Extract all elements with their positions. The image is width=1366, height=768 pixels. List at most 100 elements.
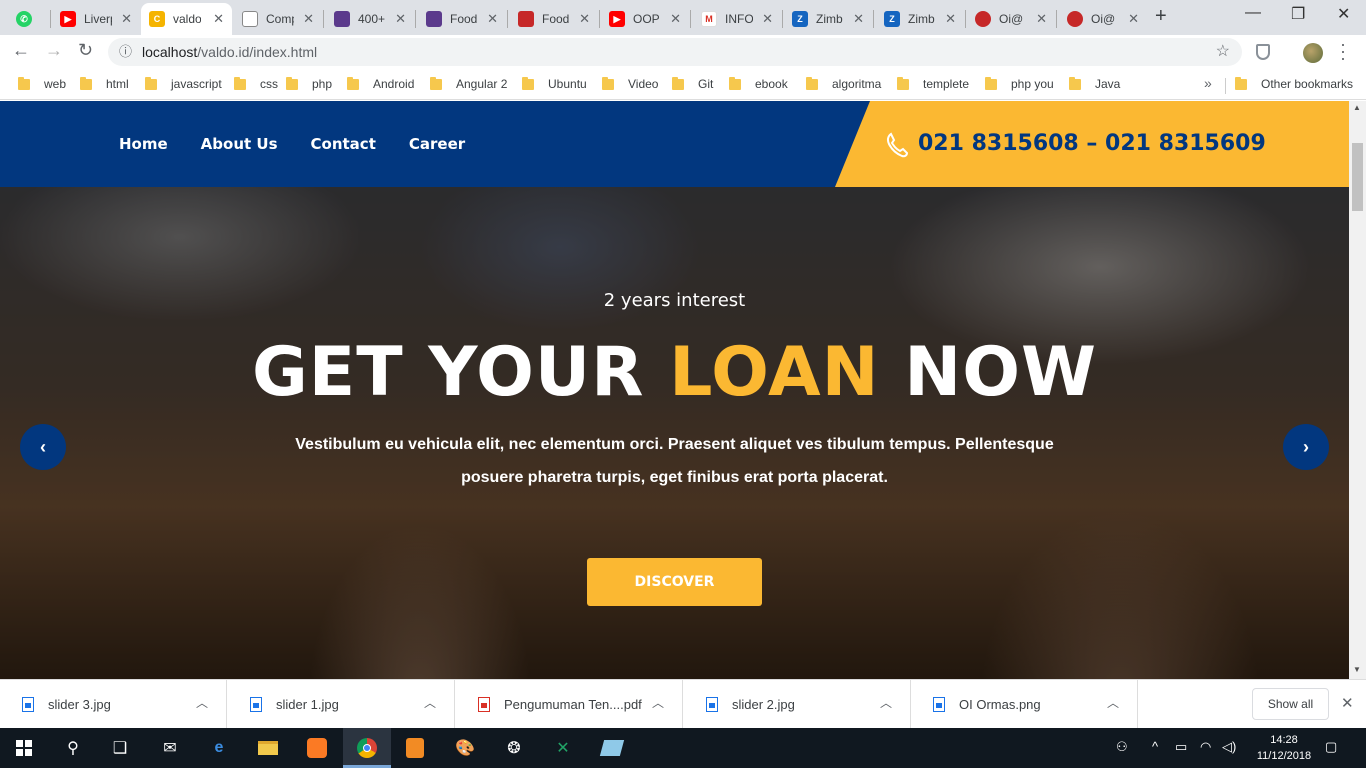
nav-about-us[interactable]: About Us (201, 135, 278, 153)
shield-extension-icon[interactable] (1256, 44, 1270, 60)
close-icon[interactable]: ✕ (1341, 694, 1354, 712)
excel-icon[interactable]: ✕ (551, 736, 575, 760)
close-icon[interactable]: ✕ (853, 11, 864, 27)
bookmark-star-icon[interactable]: ☆ (1216, 38, 1230, 66)
bookmarks-overflow-button[interactable]: » (1204, 75, 1212, 91)
page-scrollbar[interactable]: ▲ ▼ (1349, 101, 1366, 679)
nav-career[interactable]: Career (409, 135, 465, 153)
bookmark-folder[interactable]: algoritma (806, 76, 881, 91)
info-icon[interactable]: ⓘ (119, 38, 132, 66)
close-icon[interactable]: ✕ (670, 11, 681, 27)
tab-8[interactable]: M INFO ✕ (693, 3, 781, 35)
download-item[interactable]: slider 2.jpg ︿ (684, 680, 911, 729)
chevron-up-icon[interactable]: ^ (1152, 739, 1158, 754)
slider-next-button[interactable]: › (1283, 424, 1329, 470)
menu-dots-icon[interactable]: · · · (1340, 35, 1346, 67)
bookmark-folder[interactable]: Git (672, 76, 713, 91)
bookmark-folder[interactable]: php (286, 76, 332, 91)
mail-icon[interactable]: ✉ (158, 736, 182, 760)
bookmark-folder[interactable]: Video (602, 76, 658, 91)
chevron-up-icon[interactable]: ︿ (1107, 694, 1119, 711)
xampp-icon[interactable] (305, 736, 329, 760)
people-icon[interactable]: ⚇ (1116, 739, 1128, 755)
tab-1[interactable]: ▶ Liverp ✕ (52, 3, 140, 35)
tab-11[interactable]: Oi@ ✕ (967, 3, 1055, 35)
chevron-up-icon[interactable]: ︿ (880, 694, 892, 711)
tab-10[interactable]: Z Zimb ✕ (876, 3, 964, 35)
scroll-thumb[interactable] (1352, 143, 1363, 211)
chrome-icon[interactable] (355, 736, 379, 760)
tab-2-active[interactable]: C valdo ✕ (141, 3, 232, 35)
volume-icon[interactable]: ◁) (1222, 739, 1236, 755)
bookmark-folder[interactable]: html (80, 76, 129, 91)
reload-button[interactable]: ↻ (78, 40, 93, 61)
bookmark-folder[interactable]: templete (897, 76, 969, 91)
download-item[interactable]: slider 3.jpg ︿ (0, 680, 227, 729)
back-button[interactable]: ← (12, 40, 30, 61)
task-view-icon[interactable]: ❑ (108, 736, 132, 760)
paint-icon[interactable]: 🎨 (453, 736, 477, 760)
tab-7[interactable]: ▶ OOP ✕ (601, 3, 689, 35)
close-icon[interactable]: ✕ (762, 11, 773, 27)
bookmark-folder[interactable]: javascript (145, 76, 222, 91)
tab-9[interactable]: Z Zimb ✕ (784, 3, 872, 35)
search-icon[interactable]: ⚲ (61, 736, 85, 760)
discover-button[interactable]: DISCOVER (587, 558, 762, 606)
bookmark-folder[interactable]: Java (1069, 76, 1120, 91)
hero-subtitle: 2 years interest (603, 290, 746, 311)
bookmark-folder[interactable]: css (234, 76, 278, 91)
close-icon[interactable]: ✕ (213, 11, 224, 27)
tab-4[interactable]: 400+ ✕ (326, 3, 414, 35)
close-icon[interactable]: ✕ (395, 11, 406, 27)
new-tab-button[interactable]: + (1155, 5, 1167, 28)
chevron-up-icon[interactable]: ︿ (196, 694, 208, 711)
chevron-up-icon[interactable]: ︿ (424, 694, 436, 711)
scroll-down-icon[interactable]: ▼ (1353, 665, 1361, 674)
bookmark-folder[interactable]: Ubuntu (522, 76, 587, 91)
other-bookmarks[interactable]: Other bookmarks (1235, 76, 1353, 91)
download-item[interactable]: slider 1.jpg ︿ (228, 680, 455, 729)
tab-6[interactable]: Food ✕ (510, 3, 598, 35)
window-close-button[interactable]: ✕ (1337, 4, 1350, 24)
scroll-up-icon[interactable]: ▲ (1353, 103, 1361, 112)
show-all-button[interactable]: Show all (1252, 688, 1329, 720)
action-center-icon[interactable]: ▢ (1325, 739, 1337, 755)
battery-icon[interactable]: ▭ (1175, 739, 1187, 755)
windows-start-icon[interactable] (12, 736, 36, 760)
restore-button[interactable]: ❐ (1291, 4, 1305, 24)
app-rings-icon[interactable]: ❂ (502, 736, 526, 760)
tab-separator (599, 10, 600, 28)
bookmark-folder[interactable]: Angular 2 (430, 76, 507, 91)
address-bar[interactable]: ⓘ localhost/valdo.id/index.html ☆ (108, 38, 1242, 66)
download-item[interactable]: Pengumuman Ten....pdf ︿ (456, 680, 683, 729)
download-item[interactable]: OI Ormas.png ︿ (911, 680, 1138, 729)
close-icon[interactable]: ✕ (945, 11, 956, 27)
file-explorer-icon[interactable] (256, 736, 280, 760)
bookmark-folder[interactable]: php you (985, 76, 1054, 91)
minimize-button[interactable]: — (1245, 4, 1261, 22)
bookmark-folder[interactable]: ebook (729, 76, 788, 91)
nav-contact[interactable]: Contact (311, 135, 376, 153)
chevron-up-icon[interactable]: ︿ (652, 694, 664, 711)
edge-browser-icon[interactable]: e (207, 736, 231, 760)
close-icon[interactable]: ✕ (487, 11, 498, 27)
slider-prev-button[interactable]: ‹ (20, 424, 66, 470)
bookmark-folder[interactable]: web (18, 76, 66, 91)
close-icon[interactable]: ✕ (1128, 11, 1139, 27)
tab-whatsapp[interactable]: ✆ (8, 3, 50, 35)
taskbar-clock[interactable]: 14:28 11/12/2018 (1252, 732, 1316, 764)
close-icon[interactable]: ✕ (121, 11, 132, 27)
profile-avatar[interactable] (1303, 43, 1323, 63)
sublime-text-icon[interactable] (403, 736, 427, 760)
close-icon[interactable]: ✕ (579, 11, 590, 27)
nav-home[interactable]: Home (119, 135, 168, 153)
bookmark-folder[interactable]: Android (347, 76, 414, 91)
storage-app-icon[interactable] (599, 736, 625, 760)
forward-button[interactable]: → (45, 40, 63, 61)
close-icon[interactable]: ✕ (303, 11, 314, 27)
tab-12[interactable]: Oi@ ✕ (1059, 3, 1147, 35)
wifi-icon[interactable]: ◠ (1200, 739, 1211, 755)
tab-5[interactable]: Food ✕ (418, 3, 506, 35)
tab-3[interactable]: Comp ✕ (234, 3, 322, 35)
close-icon[interactable]: ✕ (1036, 11, 1047, 27)
